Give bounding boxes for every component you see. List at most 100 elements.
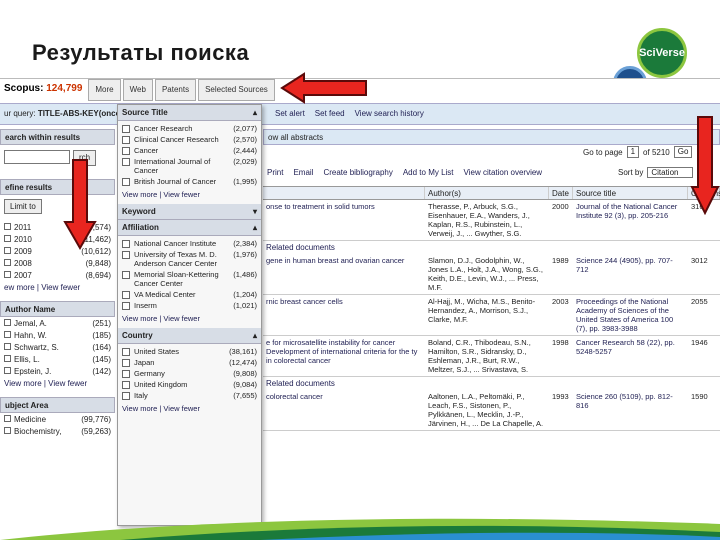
col-authors[interactable]: Author(s) bbox=[425, 187, 549, 199]
source-item[interactable]: Cancer Research (2,077) bbox=[118, 123, 261, 134]
result-source[interactable]: Science 244 (4905), pp. 707-712 bbox=[573, 254, 688, 294]
tab-web[interactable]: Web bbox=[122, 79, 153, 101]
affiliation-item[interactable]: University of Texas M. D. Anderson Cance… bbox=[118, 249, 261, 269]
affiliation-item[interactable]: VA Medical Center (1,204) bbox=[118, 289, 261, 300]
checkbox[interactable] bbox=[4, 223, 11, 230]
affiliation-view-more[interactable]: View more | View fewer bbox=[118, 311, 261, 328]
source-title-header[interactable]: Source Title ▴ bbox=[118, 105, 261, 121]
country-item[interactable]: Japan (12,474) bbox=[118, 357, 261, 368]
related-documents-link[interactable]: Related documents bbox=[263, 377, 720, 390]
set-alert-link[interactable]: Set alert bbox=[275, 109, 305, 118]
email-link[interactable]: Email bbox=[293, 168, 313, 178]
country-header[interactable]: Country ▴ bbox=[118, 328, 261, 344]
checkbox[interactable] bbox=[122, 392, 130, 400]
result-title[interactable]: gene in human breast and ovarian cancer bbox=[263, 254, 425, 294]
checkbox[interactable] bbox=[4, 343, 11, 350]
keyword-header[interactable]: Keyword ▾ bbox=[118, 204, 261, 220]
country-item[interactable]: Germany (9,808) bbox=[118, 368, 261, 379]
checkbox[interactable] bbox=[122, 302, 130, 310]
collapse-icon[interactable]: ▴ bbox=[253, 108, 257, 117]
affiliation-header[interactable]: Affiliation ▴ bbox=[118, 220, 261, 236]
result-source[interactable]: Cancer Research 58 (22), pp. 5248-5257 bbox=[573, 336, 688, 376]
checkbox[interactable] bbox=[122, 158, 130, 166]
checkbox[interactable] bbox=[4, 367, 11, 374]
checkbox[interactable] bbox=[122, 348, 130, 356]
year-item[interactable]: 2008 (9,848) bbox=[0, 259, 115, 271]
result-source[interactable]: Science 260 (5109), pp. 812-816 bbox=[573, 390, 688, 430]
checkbox[interactable] bbox=[122, 147, 130, 155]
collapse-icon[interactable]: ▴ bbox=[253, 331, 257, 340]
source-item[interactable]: British Journal of Cancer (1,995) bbox=[118, 176, 261, 187]
checkbox[interactable] bbox=[122, 178, 130, 186]
sort-select[interactable]: Citation bbox=[647, 167, 694, 178]
result-citations[interactable]: 2055 bbox=[688, 295, 720, 335]
checkbox[interactable] bbox=[4, 355, 11, 362]
checkbox[interactable] bbox=[122, 240, 130, 248]
checkbox[interactable] bbox=[122, 136, 130, 144]
tab-patents[interactable]: Patents bbox=[154, 79, 197, 101]
source-item[interactable]: Cancer (2,444) bbox=[118, 145, 261, 156]
checkbox[interactable] bbox=[4, 235, 11, 242]
year-item[interactable]: 2007 (8,694) bbox=[0, 271, 115, 283]
col-title[interactable] bbox=[263, 187, 425, 199]
tab-scopus[interactable]: Scopus: 124,799 bbox=[0, 79, 87, 101]
result-title[interactable]: colorectal cancer bbox=[263, 390, 425, 430]
affiliation-item[interactable]: Inserm (1,021) bbox=[118, 300, 261, 311]
checkbox[interactable] bbox=[4, 319, 11, 326]
checkbox[interactable] bbox=[4, 331, 11, 338]
limit-to-button[interactable]: Limit to bbox=[4, 199, 42, 214]
checkbox[interactable] bbox=[4, 271, 11, 278]
collapse-icon[interactable]: ▴ bbox=[253, 223, 257, 232]
source-item[interactable]: Clinical Cancer Research (2,570) bbox=[118, 134, 261, 145]
author-item[interactable]: Hahn, W. (185) bbox=[0, 331, 115, 343]
search-within-input[interactable] bbox=[4, 150, 70, 164]
checkbox[interactable] bbox=[4, 427, 11, 434]
affiliation-item[interactable]: National Cancer Institute (2,384) bbox=[118, 238, 261, 249]
result-citations[interactable]: 3012 bbox=[688, 254, 720, 294]
result-citations[interactable]: 1590 bbox=[688, 390, 720, 430]
set-feed-link[interactable]: Set feed bbox=[315, 109, 345, 118]
add-to-list-link[interactable]: Add to My List bbox=[403, 168, 454, 178]
source-item[interactable]: International Journal of Cancer (2,029) bbox=[118, 156, 261, 176]
tab-selected-sources[interactable]: Selected Sources bbox=[198, 79, 275, 101]
col-source[interactable]: Source title bbox=[573, 187, 688, 199]
checkbox[interactable] bbox=[4, 259, 11, 266]
subject-item[interactable]: Medicine (99,776) bbox=[0, 415, 115, 427]
country-view-more[interactable]: View more | View fewer bbox=[118, 401, 261, 418]
author-item[interactable]: Epstein, J. (142) bbox=[0, 367, 115, 379]
affiliation-item[interactable]: Memorial Sloan-Kettering Cancer Center (1… bbox=[118, 269, 261, 289]
bibliography-link[interactable]: Create bibliography bbox=[323, 168, 392, 178]
show-abstracts-link[interactable]: ow all abstracts bbox=[268, 133, 323, 142]
citation-overview-link[interactable]: View citation overview bbox=[464, 168, 543, 178]
year-view-more[interactable]: ew more | View fewer bbox=[0, 283, 115, 295]
result-title[interactable]: rnic breast cancer cells bbox=[263, 295, 425, 335]
result-title[interactable]: onse to treatment in solid tumors bbox=[263, 200, 425, 240]
author-item[interactable]: Jemal, A. (251) bbox=[0, 319, 115, 331]
country-item[interactable]: United Kingdom (9,084) bbox=[118, 379, 261, 390]
checkbox[interactable] bbox=[122, 359, 130, 367]
result-title[interactable]: e for microsatellite instability for can… bbox=[263, 336, 425, 376]
source-view-more[interactable]: View more | View fewer bbox=[118, 187, 261, 204]
col-date[interactable]: Date bbox=[549, 187, 573, 199]
page-input[interactable]: 1 bbox=[626, 146, 640, 158]
result-source[interactable]: Journal of the National Cancer Institute… bbox=[573, 200, 688, 240]
result-source[interactable]: Proceedings of the National Academy of S… bbox=[573, 295, 688, 335]
country-item[interactable]: Italy (7,655) bbox=[118, 390, 261, 401]
print-link[interactable]: Print bbox=[267, 168, 283, 178]
search-history-link[interactable]: View search history bbox=[355, 109, 424, 118]
tab-more[interactable]: More bbox=[88, 79, 121, 101]
related-documents-link[interactable]: Related documents bbox=[263, 241, 720, 254]
checkbox[interactable] bbox=[4, 415, 11, 422]
subject-item[interactable]: Biochemistry, (59,263) bbox=[0, 427, 115, 439]
expand-icon[interactable]: ▾ bbox=[253, 207, 257, 216]
checkbox[interactable] bbox=[122, 291, 130, 299]
author-view-more[interactable]: View more | View fewer bbox=[0, 379, 115, 391]
checkbox[interactable] bbox=[4, 247, 11, 254]
checkbox[interactable] bbox=[122, 370, 130, 378]
checkbox[interactable] bbox=[122, 381, 130, 389]
country-item[interactable]: United States (38,161) bbox=[118, 346, 261, 357]
checkbox[interactable] bbox=[122, 271, 130, 279]
checkbox[interactable] bbox=[122, 251, 130, 259]
result-citations[interactable]: 1946 bbox=[688, 336, 720, 376]
author-item[interactable]: Ellis, L. (145) bbox=[0, 355, 115, 367]
